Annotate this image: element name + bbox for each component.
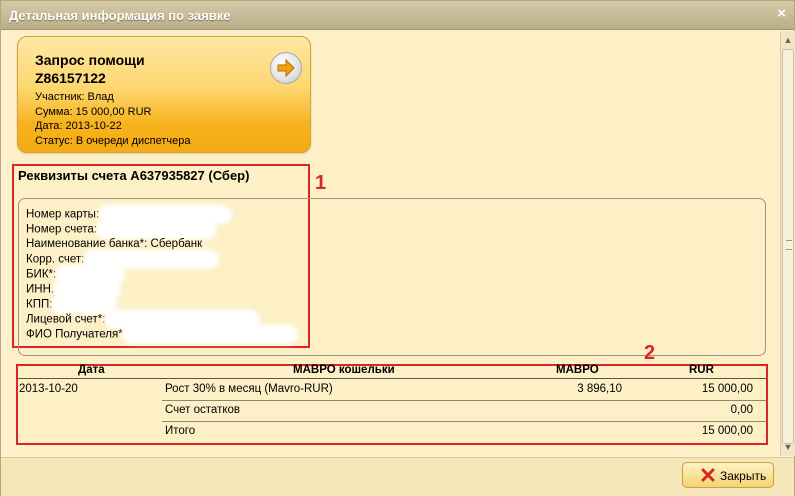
request-number: Z86157122 xyxy=(35,70,106,86)
cell-wallet: Итого xyxy=(165,425,196,437)
field-label: Номер карты: xyxy=(26,208,100,221)
field-kpp: КПП: xyxy=(26,298,115,313)
redacted-value xyxy=(56,283,119,296)
request-type: Запрос помощи xyxy=(35,52,145,68)
field-label: КПП: xyxy=(26,298,53,311)
request-card: Запрос помощи Z86157122 Участник: Влад С… xyxy=(17,36,311,153)
field-personal-account: Лицевой счет*: xyxy=(26,313,258,328)
redacted-value xyxy=(54,298,115,311)
field-corr-account: Корр. счет: xyxy=(26,253,217,268)
request-date: Дата: 2013-10-22 xyxy=(35,120,122,132)
dialog-titlebar: Детальная информация по заявке × xyxy=(1,1,794,30)
field-inn: ИНН. xyxy=(26,283,119,298)
table-row: Счет остатков 0,00 xyxy=(18,401,767,421)
field-label: ИНН. xyxy=(26,283,55,296)
header-mavro: МАВРО xyxy=(556,364,599,376)
field-label: БИК*: xyxy=(26,268,57,281)
scroll-up-icon[interactable]: ▲ xyxy=(781,33,795,47)
scroll-down-icon[interactable]: ▼ xyxy=(781,440,795,454)
redacted-value xyxy=(124,328,295,341)
table-row: 2013-10-20 Рост 30% в месяц (Mavro-RUR) … xyxy=(18,380,767,400)
dialog-title: Детальная информация по заявке xyxy=(9,8,231,23)
field-account-number: Номер счета: xyxy=(26,223,214,238)
dialog-content: Запрос помощи Z86157122 Участник: Влад С… xyxy=(7,31,779,456)
field-label: ФИО Получателя* xyxy=(26,328,123,341)
field-card-number: Номер карты: xyxy=(26,208,230,223)
request-participant: Участник: Влад xyxy=(35,91,114,103)
close-button-label: Закрыть xyxy=(720,469,767,483)
request-details-dialog: Детальная информация по заявке × Запрос … xyxy=(0,0,795,496)
request-details: Участник: Влад Сумма: 15 000,00 RUR Дата… xyxy=(35,90,191,148)
header-date: Дата xyxy=(78,364,105,376)
field-label: Наименование банка*: Сбербанк xyxy=(26,238,203,250)
annotation-label-2: 2 xyxy=(644,342,656,364)
scrollbar-thumb[interactable] xyxy=(782,49,794,444)
annotation-label-1: 1 xyxy=(315,172,327,194)
request-card-title: Запрос помощи Z86157122 xyxy=(35,51,145,87)
table-row: Итого 15 000,00 xyxy=(18,422,767,442)
field-label: Номер счета: xyxy=(26,223,97,236)
header-rur: RUR xyxy=(689,364,714,376)
cell-mavro: 3 896,10 xyxy=(577,383,622,395)
field-recipient-name: ФИО Получателя* xyxy=(26,328,295,343)
redacted-value xyxy=(58,268,123,281)
cell-date: 2013-10-20 xyxy=(19,383,78,395)
cell-rur: 0,00 xyxy=(730,404,753,416)
cell-wallet: Рост 30% в месяц (Mavro-RUR) xyxy=(165,383,333,395)
redacted-value xyxy=(86,253,217,266)
header-wallets: МАВРО кошельки xyxy=(293,364,395,376)
cell-wallet: Счет остатков xyxy=(165,404,241,416)
red-x-icon xyxy=(700,467,716,488)
field-label: Лицевой счет*: xyxy=(26,313,106,326)
field-bik: БИК*: xyxy=(26,268,123,283)
field-label: Корр. счет: xyxy=(26,253,85,266)
close-button[interactable]: Закрыть xyxy=(682,462,774,488)
redacted-value xyxy=(101,208,230,221)
dialog-footer: Закрыть xyxy=(1,457,794,496)
cell-rur: 15 000,00 xyxy=(701,383,753,395)
field-bank-name: Наименование банка*: Сбербанк xyxy=(26,238,202,253)
table-header: Дата МАВРО кошельки МАВРО RUR xyxy=(18,364,767,379)
cell-rur: 15 000,00 xyxy=(701,425,753,437)
vertical-scrollbar[interactable]: ▲ ▼ xyxy=(780,31,795,456)
arrow-right-icon[interactable] xyxy=(270,52,302,84)
grip-icon xyxy=(786,240,792,250)
close-icon[interactable]: × xyxy=(777,5,786,22)
request-amount: Сумма: 15 000,00 RUR xyxy=(35,105,152,118)
request-status: Статус: В очереди диспетчера xyxy=(35,134,191,147)
redacted-value xyxy=(98,223,214,236)
redacted-value xyxy=(107,313,258,326)
requisites-fields: Номер карты: Номер счета: Наименование б… xyxy=(18,198,766,356)
